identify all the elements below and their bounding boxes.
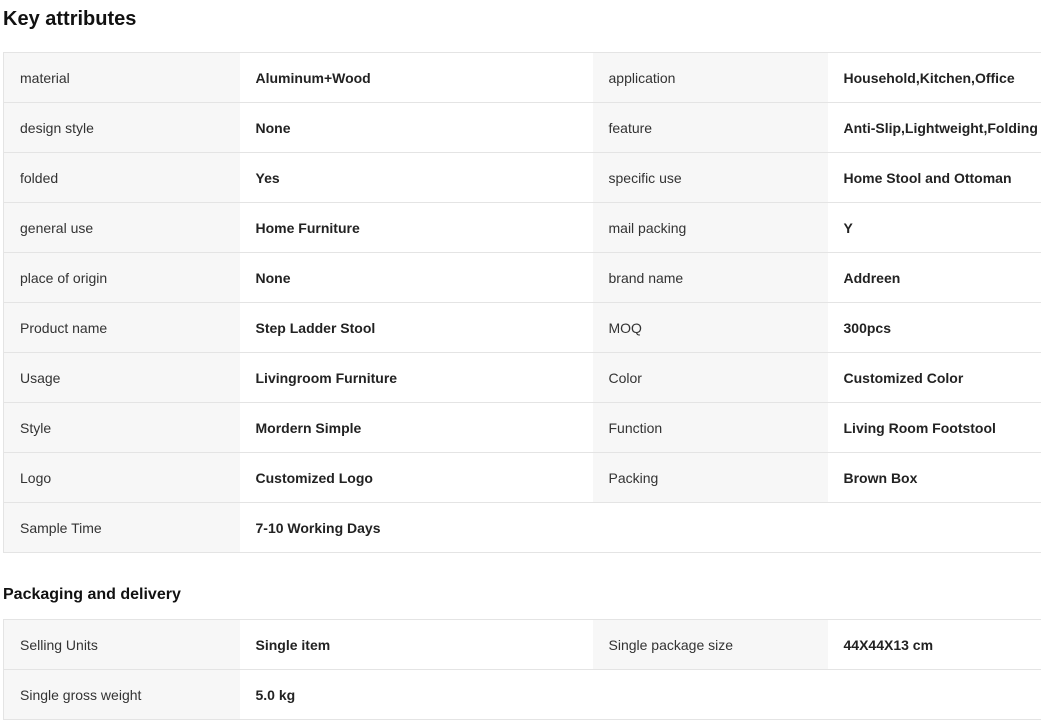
empty-cell bbox=[593, 503, 828, 553]
attribute-label: Usage bbox=[4, 353, 240, 403]
attribute-value: Household,Kitchen,Office bbox=[828, 53, 1041, 103]
attribute-label: brand name bbox=[593, 253, 828, 303]
table-row: Sample Time7-10 Working Days bbox=[4, 503, 1041, 553]
table-row: general useHome Furnituremail packingY bbox=[4, 203, 1041, 253]
table-row: foldedYesspecific useHome Stool and Otto… bbox=[4, 153, 1041, 203]
attribute-value: Addreen bbox=[828, 253, 1041, 303]
key-attributes-title: Key attributes bbox=[3, 7, 136, 31]
attribute-value: 7-10 Working Days bbox=[240, 503, 593, 553]
attribute-value: Home Furniture bbox=[240, 203, 593, 253]
attribute-label: Packing bbox=[593, 453, 828, 503]
attribute-value: Anti-Slip,Lightweight,Folding bbox=[828, 103, 1041, 153]
attribute-value: Home Stool and Ottoman bbox=[828, 153, 1041, 203]
attribute-label: Logo bbox=[4, 453, 240, 503]
packaging-delivery-table: Selling UnitsSingle itemSingle package s… bbox=[3, 619, 1041, 720]
attribute-label: feature bbox=[593, 103, 828, 153]
attribute-label: application bbox=[593, 53, 828, 103]
table-row: design styleNonefeatureAnti-Slip,Lightwe… bbox=[4, 103, 1041, 153]
table-row: LogoCustomized LogoPackingBrown Box bbox=[4, 453, 1041, 503]
empty-cell bbox=[593, 670, 828, 720]
attribute-label: Product name bbox=[4, 303, 240, 353]
empty-cell bbox=[828, 503, 1041, 553]
attribute-value: Living Room Footstool bbox=[828, 403, 1041, 453]
key-attributes-table: materialAluminum+WoodapplicationHousehol… bbox=[3, 52, 1041, 553]
attribute-value: Customized Logo bbox=[240, 453, 593, 503]
attribute-value: Livingroom Furniture bbox=[240, 353, 593, 403]
attribute-label: Single package size bbox=[593, 620, 828, 670]
attribute-value: 300pcs bbox=[828, 303, 1041, 353]
attribute-value: Yes bbox=[240, 153, 593, 203]
empty-cell bbox=[828, 670, 1041, 720]
attribute-value: 5.0 kg bbox=[240, 670, 593, 720]
attribute-label: MOQ bbox=[593, 303, 828, 353]
attribute-label: Style bbox=[4, 403, 240, 453]
attribute-value: Brown Box bbox=[828, 453, 1041, 503]
table-row: Product nameStep Ladder StoolMOQ300pcs bbox=[4, 303, 1041, 353]
attribute-label: Single gross weight bbox=[4, 670, 240, 720]
attribute-value: None bbox=[240, 253, 593, 303]
attribute-value: Aluminum+Wood bbox=[240, 53, 593, 103]
attribute-value: 44X44X13 cm bbox=[828, 620, 1041, 670]
table-row: place of originNonebrand nameAddreen bbox=[4, 253, 1041, 303]
attribute-label: mail packing bbox=[593, 203, 828, 253]
packaging-delivery-title: Packaging and delivery bbox=[3, 585, 181, 605]
attribute-value: Single item bbox=[240, 620, 593, 670]
table-row: Single gross weight5.0 kg bbox=[4, 670, 1041, 720]
attribute-value: None bbox=[240, 103, 593, 153]
attribute-value: Step Ladder Stool bbox=[240, 303, 593, 353]
attribute-label: Selling Units bbox=[4, 620, 240, 670]
attribute-label: Function bbox=[593, 403, 828, 453]
attribute-value: Customized Color bbox=[828, 353, 1041, 403]
attribute-label: place of origin bbox=[4, 253, 240, 303]
table-row: materialAluminum+WoodapplicationHousehol… bbox=[4, 53, 1041, 103]
attribute-label: material bbox=[4, 53, 240, 103]
attribute-value: Y bbox=[828, 203, 1041, 253]
table-row: Selling UnitsSingle itemSingle package s… bbox=[4, 620, 1041, 670]
table-row: UsageLivingroom FurnitureColorCustomized… bbox=[4, 353, 1041, 403]
attribute-label: general use bbox=[4, 203, 240, 253]
attribute-label: Color bbox=[593, 353, 828, 403]
attribute-value: Mordern Simple bbox=[240, 403, 593, 453]
attribute-label: specific use bbox=[593, 153, 828, 203]
attribute-label: Sample Time bbox=[4, 503, 240, 553]
table-row: StyleMordern SimpleFunctionLiving Room F… bbox=[4, 403, 1041, 453]
attribute-label: design style bbox=[4, 103, 240, 153]
attribute-label: folded bbox=[4, 153, 240, 203]
